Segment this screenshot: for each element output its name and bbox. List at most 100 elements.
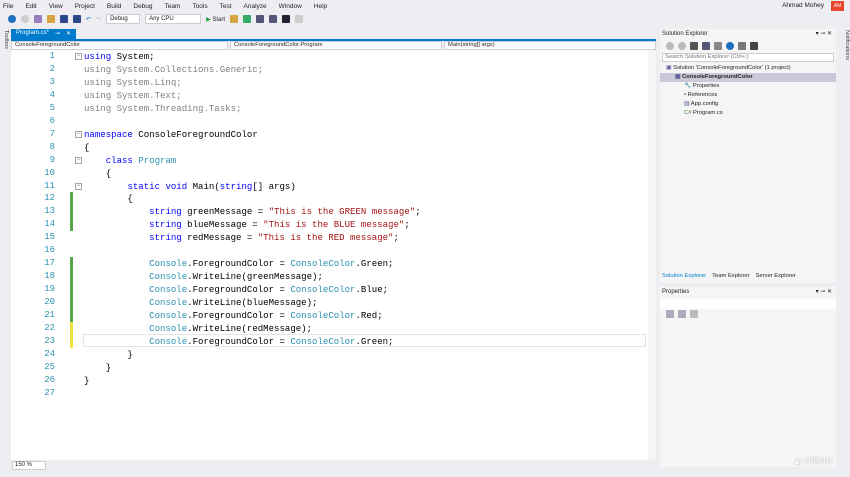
save-icon[interactable] [60,15,68,23]
code-line[interactable]: { [84,167,111,180]
object-select[interactable] [660,299,836,309]
code-line[interactable]: using System.Collections.Generic; [84,63,263,76]
tree-item[interactable]: ▣ ConsoleForegroundColor [660,73,836,82]
zoom-select[interactable]: 150 % [12,461,46,470]
code-line[interactable]: } [84,374,89,387]
pin-icon[interactable]: ⊸ [55,30,60,38]
menu-file[interactable]: File [3,3,13,10]
code-line[interactable]: Console.WriteLine(redMessage); [84,322,312,335]
menu-help[interactable]: Help [314,3,327,10]
vertical-scrollbar[interactable] [648,50,656,460]
toolbar-icon[interactable] [230,15,239,23]
home-icon[interactable] [690,41,698,50]
back-icon[interactable] [666,41,674,50]
code-line[interactable]: } [84,361,111,374]
change-marker [70,205,73,219]
toolbar-icon[interactable] [295,15,304,23]
save-all-icon[interactable] [73,15,81,23]
class-dropdown[interactable]: ConsoleForegroundColor.Program [230,41,442,50]
menu-tools[interactable]: Tools [192,3,207,10]
tree-item[interactable]: ▤ App.config [660,100,836,109]
properties-icon[interactable] [750,41,758,50]
tab-program-cs[interactable]: Program.cs* ⊸ ✕ [11,29,77,39]
code-line[interactable]: { [84,141,89,154]
toolbar-icon[interactable] [256,15,265,23]
redo-icon[interactable]: ↷ [96,16,101,23]
tree-item-label: ConsoleForegroundColor [682,74,753,80]
refresh-icon[interactable] [726,41,734,50]
collapse-icon[interactable] [738,41,746,50]
code-line[interactable]: using System.Threading.Tasks; [84,102,241,115]
configuration-select[interactable]: Debug [106,14,141,24]
code-line[interactable]: Console.ForegroundColor = ConsoleColor.B… [84,283,388,296]
menu-view[interactable]: View [49,3,63,10]
user-name[interactable]: Ahmad Mohey [782,2,824,9]
code-line[interactable]: using System.Text; [84,89,182,102]
code-line[interactable]: Console.ForegroundColor = ConsoleColor.R… [84,309,382,322]
menu-build[interactable]: Build [107,3,121,10]
categorized-icon[interactable] [666,310,674,318]
collapse-icon[interactable]: − [75,156,82,164]
solution-search-input[interactable]: Search Solution Explorer (Ctrl+;) [662,53,834,62]
toolbar-icon[interactable] [269,15,278,23]
menu-window[interactable]: Window [279,3,302,10]
code-line[interactable]: using System.Linq; [84,76,182,89]
new-project-icon[interactable] [34,15,42,23]
tree-item[interactable]: ▪ References [660,91,836,100]
code-line[interactable]: string redMessage = "This is the RED mes… [84,231,399,244]
code-line[interactable]: static void Main(string[] args) [84,180,295,193]
collapse-icon[interactable]: − [75,182,82,190]
menu-test[interactable]: Test [220,3,232,10]
pending-changes-icon[interactable] [714,41,722,50]
property-pages-icon[interactable] [690,310,698,318]
toolbar-icon[interactable] [243,15,252,23]
open-icon[interactable] [47,15,55,23]
tree-item[interactable]: ▣ Solution 'ConsoleForegroundColor' (1 p… [660,64,836,73]
code-line[interactable]: using System; [84,50,155,63]
code-line[interactable]: class Program [84,154,177,167]
code-line[interactable]: Console.WriteLine(blueMessage); [84,296,317,309]
undo-icon[interactable]: ↶ [86,16,91,23]
forward-icon[interactable] [678,41,686,50]
bookmark-icon[interactable] [282,15,291,23]
panel-controls[interactable]: ▾ ⊸ ✕ [816,287,832,298]
tree-item[interactable]: C# Program.cs [660,109,836,118]
toolbox-tab[interactable]: Toolbox [0,26,9,466]
project-dropdown[interactable]: ConsoleForegroundColor [11,41,228,50]
notifications-tab[interactable]: Notifications [838,26,850,466]
panel-controls[interactable]: ▾ ⊸ ✕ [816,29,832,40]
alphabetical-icon[interactable] [678,310,686,318]
menu-analyze[interactable]: Analyze [244,3,267,10]
menu-debug[interactable]: Debug [133,3,152,10]
code-token: class [105,154,133,166]
code-line[interactable]: { [84,192,132,205]
start-button[interactable]: ▶ Start [206,16,225,23]
line-number: 15 [44,232,55,243]
collapse-icon[interactable]: − [75,130,82,138]
back-icon[interactable] [8,15,16,23]
code-line[interactable]: } [84,348,132,361]
menu-edit[interactable]: Edit [25,3,36,10]
code-line[interactable]: string greenMessage = "This is the GREEN… [84,205,420,218]
menu-team[interactable]: Team [165,3,181,10]
code-line[interactable]: Console.ForegroundColor = ConsoleColor.G… [84,257,393,270]
menu-project[interactable]: Project [75,3,95,10]
code-line[interactable]: Console.WriteLine(greenMessage); [84,270,323,283]
switch-views-icon[interactable] [702,41,710,50]
code-token: Console [149,322,188,334]
solution-explorer-toolbar [660,40,836,51]
avatar[interactable]: AM [831,1,844,11]
code-line[interactable]: string blueMessage = "This is the BLUE m… [84,218,410,231]
platform-select[interactable]: Any CPU [145,14,202,24]
code-line[interactable]: namespace ConsoleForegroundColor [84,128,258,141]
collapse-icon[interactable]: − [75,53,82,60]
member-dropdown[interactable]: Main(string[] args) [444,41,656,50]
tab-team-explorer[interactable]: Team Explorer [712,273,749,282]
code-line[interactable]: Console.ForegroundColor = ConsoleColor.G… [84,335,393,348]
close-icon[interactable]: ✕ [66,30,71,38]
tree-item[interactable]: 🔧 Properties [660,82,836,91]
forward-icon[interactable] [21,15,29,23]
tab-solution-explorer[interactable]: Solution Explorer [662,273,706,282]
tab-server-explorer[interactable]: Server Explorer [756,273,796,282]
line-number: 2 [49,63,55,74]
